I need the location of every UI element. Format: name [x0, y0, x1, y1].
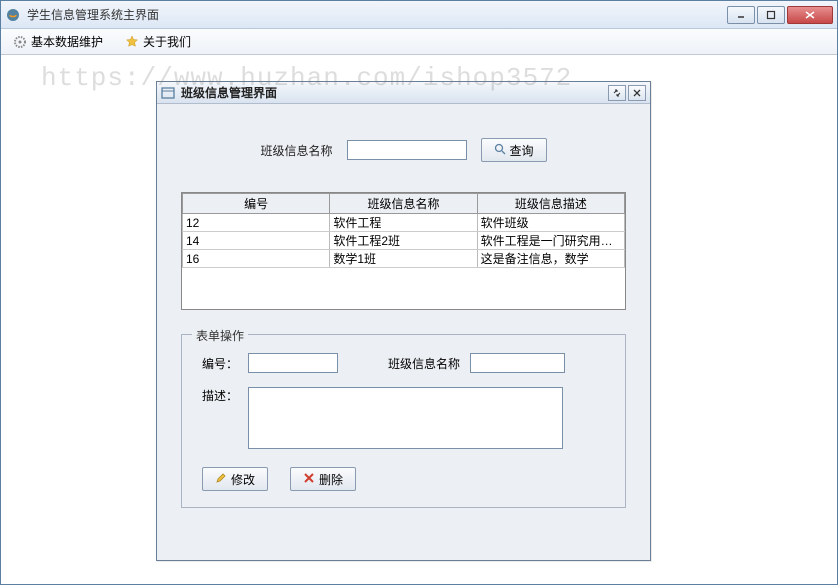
class-info-window: 班级信息管理界面 班级信息名称 查询 [156, 81, 651, 561]
gear-icon [13, 35, 27, 49]
class-table[interactable]: 编号 班级信息名称 班级信息描述 12 软件工程 软件班级 14 [181, 192, 626, 310]
menu-about-label: 关于我们 [143, 33, 191, 50]
minimize-button[interactable] [727, 6, 755, 24]
internal-close-button[interactable] [628, 85, 646, 101]
window-title: 学生信息管理系统主界面 [27, 6, 727, 23]
search-label: 班级信息名称 [260, 142, 332, 159]
form-row-1: 编号： 班级信息名称 [202, 353, 605, 373]
internal-controls [608, 85, 646, 101]
id-input[interactable] [248, 353, 338, 373]
search-input[interactable] [347, 140, 467, 160]
internal-body: 班级信息名称 查询 编号 班级信息名称 班级信息描述 [157, 104, 650, 560]
modify-button-label: 修改 [231, 471, 255, 488]
delete-button-label: 删除 [319, 471, 343, 488]
close-button[interactable] [787, 6, 833, 24]
search-row: 班级信息名称 查询 [181, 138, 626, 162]
maximize-button[interactable] [757, 6, 785, 24]
delete-button[interactable]: 删除 [290, 467, 356, 491]
desc-input[interactable] [248, 387, 563, 449]
delete-icon [303, 472, 315, 487]
title-bar: 学生信息管理系统主界面 [1, 1, 837, 29]
form-row-2: 描述： [202, 387, 605, 449]
form-legend: 表单操作 [192, 327, 248, 344]
pencil-icon [215, 472, 227, 487]
menu-basic-data-label: 基本数据维护 [31, 33, 103, 50]
internal-title-bar: 班级信息管理界面 [157, 82, 650, 104]
internal-title: 班级信息管理界面 [181, 84, 608, 101]
menu-bar: 基本数据维护 关于我们 [1, 29, 837, 55]
table-row[interactable]: 14 软件工程2班 软件工程是一门研究用工程... [183, 232, 625, 250]
name-input[interactable] [470, 353, 565, 373]
java-icon [5, 7, 21, 23]
window-icon [161, 86, 175, 100]
star-icon [125, 35, 139, 49]
search-button[interactable]: 查询 [481, 138, 547, 162]
name-label: 班级信息名称 [388, 355, 460, 372]
form-fieldset: 表单操作 编号： 班级信息名称 描述： [181, 334, 626, 508]
menu-basic-data[interactable]: 基本数据维护 [7, 31, 109, 52]
internal-maximize-button[interactable] [608, 85, 626, 101]
col-desc[interactable]: 班级信息描述 [477, 194, 624, 214]
menu-about[interactable]: 关于我们 [119, 31, 197, 52]
id-label: 编号： [202, 355, 238, 372]
col-id[interactable]: 编号 [183, 194, 330, 214]
col-name[interactable]: 班级信息名称 [330, 194, 477, 214]
search-icon [494, 143, 506, 158]
button-row: 修改 删除 [202, 467, 605, 491]
workspace: https://www.huzhan.com/ishop3572 班级信息管理界… [1, 55, 837, 584]
table-row[interactable]: 12 软件工程 软件班级 [183, 214, 625, 232]
window-controls [727, 6, 833, 24]
modify-button[interactable]: 修改 [202, 467, 268, 491]
desc-label: 描述： [202, 387, 238, 404]
table-row[interactable]: 16 数学1班 这是备注信息，数学 [183, 250, 625, 268]
search-button-label: 查询 [510, 142, 534, 159]
main-window: 学生信息管理系统主界面 基本数据维护 关于我们 https://www.huzh… [0, 0, 838, 585]
